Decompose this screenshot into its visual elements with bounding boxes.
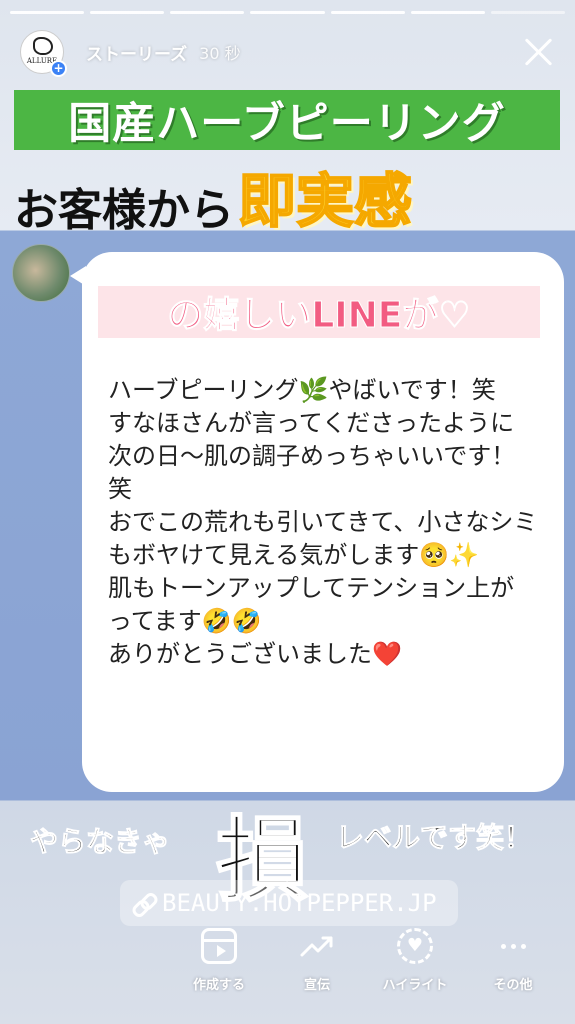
chat-sender-avatar <box>12 244 70 302</box>
bubble-title: の嬉しいLINEが♡ <box>98 286 540 338</box>
promote-trend-icon <box>299 928 335 964</box>
story-viewer: ALLURE + ストーリーズ 30 秒 国産ハーブピーリング お客様から 即実… <box>0 0 575 1024</box>
caption-right-text: レベルです笑！ <box>335 821 533 855</box>
story-header: ALLURE + ストーリーズ 30 秒 <box>20 28 555 77</box>
link-url: BEAUTY.HOTPEPPER.JP <box>162 889 437 917</box>
add-story-plus-icon[interactable]: + <box>50 60 67 77</box>
profile-avatar[interactable]: ALLURE + <box>20 30 67 77</box>
caption-left-text: やらなきゃ <box>29 825 171 859</box>
highlight-label: ハイライト <box>382 978 448 993</box>
create-button[interactable]: 作成する <box>170 924 268 1004</box>
progress-segment <box>250 11 325 14</box>
more-button[interactable]: その他 <box>464 924 562 1004</box>
subheadline-yellow-text: 即実感 <box>237 166 413 236</box>
progress-segment <box>410 11 485 14</box>
promote-button[interactable]: 宣伝 <box>268 924 366 1004</box>
story-timestamp: 30 秒 <box>199 44 241 63</box>
create-reel-icon <box>201 928 237 964</box>
chat-bubble: の嬉しいLINEが♡ ハーブピーリング🌿やばいです！笑 すなほさんが言ってくださ… <box>70 252 564 792</box>
progress-segment <box>330 11 405 14</box>
headline-banner: 国産ハーブピーリング <box>14 90 560 150</box>
more-dots-icon <box>495 928 531 964</box>
progress-segment <box>90 11 165 14</box>
create-label: 作成する <box>192 978 245 993</box>
highlight-heart-icon <box>397 928 433 964</box>
story-progress-bar <box>10 11 565 14</box>
story-actions-bar: 作成する 宣伝 ハイライト その他 <box>170 924 562 1004</box>
link-sticker[interactable]: BEAUTY.HOTPEPPER.JP <box>120 880 458 926</box>
story-owner-name[interactable]: ストーリーズ <box>86 40 187 65</box>
close-icon[interactable] <box>521 34 555 68</box>
subheadline-black-text: お客様から <box>14 185 234 236</box>
highlight-button[interactable]: ハイライト <box>366 924 464 1004</box>
chat-message-text: ハーブピーリング🌿やばいです！笑 すなほさんが言ってくださったように次の日〜肌の… <box>108 376 538 668</box>
promote-label: 宣伝 <box>303 978 330 993</box>
progress-segment <box>490 11 565 14</box>
progress-segment <box>170 11 245 14</box>
progress-segment <box>10 11 85 14</box>
subheadline: お客様から 即実感 <box>14 166 413 238</box>
brand-logo-icon <box>33 37 53 55</box>
more-label: その他 <box>493 978 533 993</box>
link-icon <box>132 892 154 914</box>
